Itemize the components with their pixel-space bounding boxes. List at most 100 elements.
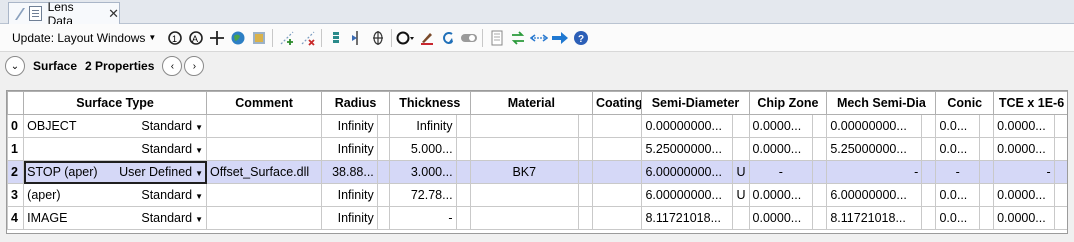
thickness-solve-cell[interactable] (455, 206, 471, 230)
column-header-comment[interactable]: Comment (206, 91, 323, 115)
split-icon[interactable] (346, 27, 367, 48)
column-header-material[interactable]: Material (469, 91, 593, 115)
table-row[interactable]: 4 IMAGE Standard ▼ Infinity - 8.11721018..… (7, 206, 1067, 230)
tce-solve-cell[interactable] (1053, 160, 1067, 184)
arrows-icon[interactable] (528, 27, 549, 48)
forward-icon[interactable] (549, 27, 570, 48)
mech-semi-dia-solve-cell[interactable] (921, 160, 937, 184)
column-header-surface-type[interactable]: Surface Type (23, 91, 208, 115)
material-cell[interactable] (469, 137, 579, 161)
mech-semi-dia-cell[interactable]: 6.00000000... (826, 183, 923, 207)
tce-cell[interactable]: 0.0000... (993, 137, 1055, 161)
column-header-radius[interactable]: Radius (321, 91, 390, 115)
mech-semi-dia-solve-cell[interactable] (921, 137, 937, 161)
radius-cell[interactable]: Infinity (321, 114, 378, 138)
tce-cell[interactable]: 0.0000... (993, 183, 1055, 207)
mech-semi-dia-solve-cell[interactable] (921, 114, 937, 138)
chip-zone-solve-cell[interactable] (812, 160, 828, 184)
swap-icon[interactable] (507, 27, 528, 48)
column-header-mech-semi-dia[interactable]: Mech Semi-Dia (826, 91, 937, 115)
chip-zone-cell[interactable]: 0.0000... (748, 137, 814, 161)
column-header-coating[interactable]: Coating (591, 91, 643, 115)
radius-solve-cell[interactable] (376, 160, 390, 184)
semi-diameter-solve-cell[interactable] (732, 206, 750, 230)
thickness-cell[interactable]: 5.000... (388, 137, 457, 161)
conic-solve-cell[interactable] (978, 114, 995, 138)
conic-solve-cell[interactable] (978, 137, 995, 161)
toggle-icon[interactable] (458, 27, 479, 48)
chip-zone-solve-cell[interactable] (812, 206, 828, 230)
tce-solve-cell[interactable] (1053, 183, 1067, 207)
material-solve-cell[interactable] (577, 160, 593, 184)
table-row-selected[interactable]: 2 STOP (aper) User Defined ▼ Offset_Surfac… (7, 160, 1067, 184)
mech-semi-dia-cell[interactable]: 5.25000000... (826, 137, 923, 161)
coating-cell[interactable] (591, 206, 643, 230)
conic-cell[interactable]: 0.0... (935, 137, 980, 161)
radius-solve-cell[interactable] (376, 114, 390, 138)
previous-surface-button[interactable]: ‹ (162, 56, 183, 76)
circle-menu-icon[interactable] (395, 27, 416, 48)
conic-cell[interactable]: 0.0... (935, 206, 980, 230)
chevron-down-icon[interactable]: ▼ (195, 192, 203, 201)
chip-zone-solve-cell[interactable] (812, 137, 828, 161)
chip-zone-cell[interactable]: 0.0000... (748, 114, 814, 138)
material-cell[interactable] (469, 206, 579, 230)
tce-solve-cell[interactable] (1053, 206, 1067, 230)
help-icon[interactable]: ? (570, 27, 591, 48)
tce-cell[interactable]: 0.0000... (993, 206, 1055, 230)
material-cell[interactable]: BK7 (469, 160, 579, 184)
semi-diameter-cell[interactable]: 8.11721018... (641, 206, 734, 230)
chip-zone-solve-cell[interactable] (812, 183, 828, 207)
column-header-thickness[interactable]: Thickness (388, 91, 471, 115)
chip-zone-solve-cell[interactable] (812, 114, 828, 138)
chevron-down-icon[interactable]: ▼ (195, 146, 203, 155)
semi-diameter-cell[interactable]: 6.00000000... (641, 183, 734, 207)
update-dropdown[interactable]: Update: Layout Windows ▼ (12, 31, 156, 45)
comment-cell[interactable]: Offset_Surface.dll (206, 160, 323, 184)
material-solve-cell[interactable] (577, 206, 593, 230)
radius-solve-cell[interactable] (376, 183, 390, 207)
comment-cell[interactable] (206, 183, 323, 207)
conic-cell[interactable]: 0.0... (935, 114, 980, 138)
mech-semi-dia-solve-cell[interactable] (921, 206, 937, 230)
thickness-solve-cell[interactable] (455, 137, 471, 161)
page-icon[interactable] (486, 27, 507, 48)
table-row[interactable]: 3 (aper) Standard ▼ Infinity 72.78... 6.00… (7, 183, 1067, 207)
radius-solve-cell[interactable] (376, 137, 390, 161)
conic-cell[interactable]: 0.0... (935, 183, 980, 207)
expand-properties-button[interactable]: ⌄ (5, 56, 25, 76)
chip-zone-cell[interactable]: 0.0000... (748, 206, 814, 230)
surface-type-cell[interactable]: IMAGE Standard ▼ (23, 206, 208, 230)
coating-cell[interactable] (591, 160, 643, 184)
surface-type-cell[interactable]: STOP (aper) User Defined ▼ (23, 160, 208, 184)
thickness-cell[interactable]: 3.000... (388, 160, 457, 184)
tce-cell[interactable]: - (993, 160, 1055, 184)
mech-semi-dia-cell[interactable]: 8.11721018... (826, 206, 923, 230)
comment-cell[interactable] (206, 137, 323, 161)
thickness-solve-cell[interactable] (455, 160, 471, 184)
add-point-icon[interactable] (276, 27, 297, 48)
conic-solve-cell[interactable] (978, 206, 995, 230)
radius-cell[interactable]: Infinity (321, 137, 378, 161)
semi-diameter-solve-cell[interactable]: U (732, 160, 750, 184)
mech-semi-dia-cell[interactable]: - (826, 160, 923, 184)
radius-cell[interactable]: Infinity (321, 183, 378, 207)
axis-icon[interactable] (367, 27, 388, 48)
column-header-semi-diameter[interactable]: Semi-Diameter (641, 91, 750, 115)
coating-cell[interactable] (591, 137, 643, 161)
chevron-down-icon[interactable]: ▼ (195, 215, 203, 224)
column-header-chip-zone[interactable]: Chip Zone (748, 91, 828, 115)
globe-icon[interactable] (227, 27, 248, 48)
comment-cell[interactable] (206, 114, 323, 138)
conic-solve-cell[interactable] (978, 183, 995, 207)
semi-diameter-cell[interactable]: 6.00000000... (641, 160, 734, 184)
mech-semi-dia-solve-cell[interactable] (921, 183, 937, 207)
surface-type-cell[interactable]: OBJECT Standard ▼ (23, 114, 208, 138)
surface-type-cell[interactable]: (aper) Standard ▼ (23, 183, 208, 207)
tce-cell[interactable]: 0.0000... (993, 114, 1055, 138)
gallery-icon[interactable] (248, 27, 269, 48)
conic-solve-cell[interactable] (978, 160, 995, 184)
table-row[interactable]: 1 Standard ▼ Infinity 5.000... 5.25000000… (7, 137, 1067, 161)
paint-icon[interactable] (416, 27, 437, 48)
undo-icon[interactable] (437, 27, 458, 48)
